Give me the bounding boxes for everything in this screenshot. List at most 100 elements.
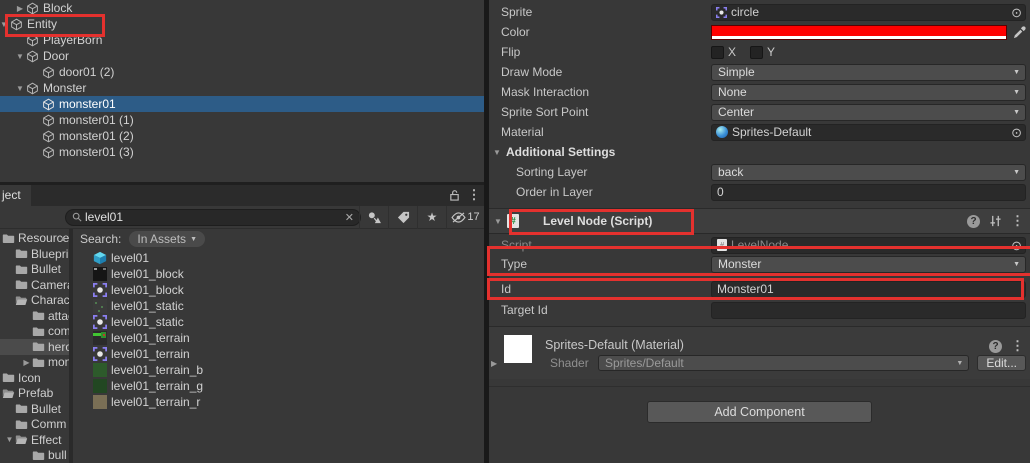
tree-item-cameras[interactable]: CameraS — [0, 277, 69, 293]
sorting-layer-dropdown[interactable]: back ▼ — [711, 164, 1026, 181]
clear-search-icon[interactable]: ✕ — [345, 211, 354, 224]
order-in-layer-row: Order in Layer 0 — [489, 182, 1030, 202]
mask-interaction-dropdown[interactable]: None ▼ — [711, 84, 1026, 101]
result-item-level01-block-texture[interactable]: level01_block — [73, 266, 484, 282]
material-object-field[interactable]: Sprites-Default ⊙ — [711, 124, 1026, 141]
tree-item-bullet[interactable]: Bullet — [0, 262, 69, 278]
tree-item-character[interactable]: Characte — [0, 293, 69, 309]
tree-item-effect-bullet[interactable]: bull — [0, 448, 69, 463]
flip-x-label: X — [728, 45, 736, 59]
tab-project[interactable]: ject — [0, 185, 31, 206]
draw-mode-dropdown[interactable]: Simple ▼ — [711, 64, 1026, 81]
result-item-level01-terrain-r[interactable]: level01_terrain_r — [73, 394, 484, 410]
hierarchy-item-playerborn[interactable]: PlayerBorn — [0, 32, 484, 48]
tree-item-icon[interactable]: Icon — [0, 370, 69, 386]
expand-arrow-icon[interactable]: ▼ — [494, 217, 507, 226]
expand-arrow-icon[interactable]: ▼ — [4, 435, 15, 444]
search-by-label-button[interactable] — [388, 206, 417, 229]
result-item-level01-terrain-texture[interactable]: level01_terrain — [73, 330, 484, 346]
scroll-up-arrow-icon[interactable]: ▲ — [59, 234, 67, 243]
edit-shader-button[interactable]: Edit... — [977, 355, 1026, 371]
panel-menu-icon[interactable]: ⋮ — [464, 187, 484, 203]
sprite-object-field[interactable]: circle ⊙ — [711, 4, 1026, 21]
lock-icon[interactable] — [444, 189, 464, 201]
hierarchy-item-monster01-2[interactable]: monster01 (2) — [0, 128, 484, 144]
folder-icon — [32, 450, 45, 461]
collapse-arrow-icon[interactable]: ▶ — [21, 358, 32, 367]
sprite-sort-point-dropdown[interactable]: Center ▼ — [711, 104, 1026, 121]
project-body: ▲ Resources Blueprint Bullet — [0, 229, 484, 463]
hierarchy-item-monster01-1[interactable]: monster01 (1) — [0, 112, 484, 128]
search-scope-chip[interactable]: In Assets ▼ — [129, 231, 205, 247]
hierarchy-item-door01[interactable]: door01 (2) — [0, 64, 484, 80]
flip-label: Flip — [501, 45, 711, 59]
expand-arrow-icon[interactable]: ▼ — [14, 84, 26, 93]
presets-icon[interactable] — [989, 215, 1002, 227]
gameobject-cube-icon — [26, 82, 39, 95]
hierarchy-item-label: monster01 — [59, 97, 116, 111]
result-item-level01-block-sprite[interactable]: level01_block — [73, 282, 484, 298]
hierarchy-item-door[interactable]: ▼ Door — [0, 48, 484, 64]
hierarchy-item-monster01-3[interactable]: monster01 (3) — [0, 144, 484, 160]
add-component-button[interactable]: Add Component — [647, 401, 872, 423]
hierarchy-item-entity[interactable]: ▼ Entity — [0, 16, 484, 32]
component-menu-icon[interactable]: ⋮ — [1011, 213, 1024, 229]
expand-arrow-icon[interactable]: ▼ — [493, 148, 506, 157]
type-dropdown[interactable]: Monster ▼ — [711, 256, 1026, 273]
result-item-level01-static-texture[interactable]: level01_static — [73, 298, 484, 314]
id-field[interactable]: Monster01 — [711, 281, 1026, 298]
hierarchy-item-monster01-selected[interactable]: monster01 — [0, 96, 484, 112]
script-object-field[interactable]: # LevelNode ⊙ — [711, 237, 1026, 254]
tree-item-effect[interactable]: ▼ Effect — [0, 432, 69, 448]
order-in-layer-field[interactable]: 0 — [711, 184, 1026, 201]
object-picker-icon[interactable]: ⊙ — [1011, 6, 1022, 19]
eyedropper-icon[interactable] — [1013, 26, 1026, 39]
material-menu-icon[interactable]: ⋮ — [1011, 338, 1024, 354]
result-item-level01-terrain-sprite[interactable]: level01_terrain — [73, 346, 484, 362]
tree-item-label: Bullet — [31, 262, 61, 276]
collapse-arrow-icon[interactable]: ▶ — [14, 4, 26, 13]
hierarchy-item-monster[interactable]: ▼ Monster — [0, 80, 484, 96]
additional-settings-row[interactable]: ▼ Additional Settings — [489, 142, 1030, 162]
tree-item-prefab-bullet[interactable]: Bullet — [0, 401, 69, 417]
object-picker-icon[interactable]: ⊙ — [1011, 126, 1022, 139]
tree-item-prefab-comm[interactable]: Comm — [0, 417, 69, 433]
tree-item-attack[interactable]: attack — [0, 308, 69, 324]
favorites-star-button[interactable]: ★ — [417, 206, 446, 229]
search-results-header: Search: In Assets ▼ — [73, 229, 484, 250]
tree-item-hero[interactable]: hero — [0, 339, 69, 355]
gameobject-cube-icon — [42, 98, 55, 111]
tree-item-prefab[interactable]: Prefab — [0, 386, 69, 402]
search-input[interactable] — [85, 210, 345, 224]
expand-arrow-icon[interactable]: ▼ — [0, 20, 10, 29]
flip-y-checkbox[interactable] — [750, 46, 763, 59]
hierarchy-item-label: Monster — [43, 81, 86, 95]
hierarchy-item-block[interactable]: ▶ Block — [0, 0, 484, 16]
expand-arrow-icon[interactable]: ▼ — [14, 52, 26, 61]
gameobject-cube-icon — [26, 34, 39, 47]
result-item-level01[interactable]: level01 — [73, 250, 484, 266]
result-item-level01-terrain-g[interactable]: level01_terrain_g — [73, 378, 484, 394]
color-swatch[interactable] — [711, 25, 1007, 40]
gameobject-cube-icon — [26, 2, 39, 15]
csharp-script-icon: # — [717, 239, 727, 251]
object-picker-icon[interactable]: ⊙ — [1011, 239, 1022, 252]
hierarchy-item-label: Block — [43, 1, 72, 15]
help-icon[interactable]: ? — [989, 340, 1002, 353]
search-by-type-button[interactable] — [359, 206, 388, 229]
hidden-results-button[interactable]: 17 — [446, 206, 484, 229]
tree-item-comm[interactable]: comm — [0, 324, 69, 340]
tree-item-monster-folder[interactable]: ▶ monst — [0, 355, 69, 371]
result-item-level01-terrain-b[interactable]: level01_terrain_b — [73, 362, 484, 378]
shader-dropdown[interactable]: Sprites/Default ▼ — [598, 355, 969, 371]
level-node-component-header[interactable]: ▼ # Level Node (Script) ? ⋮ — [489, 208, 1030, 234]
result-item-level01-static-sprite[interactable]: level01_static — [73, 314, 484, 330]
help-icon[interactable]: ? — [967, 215, 980, 228]
tree-item-blueprint[interactable]: Blueprint — [0, 246, 69, 262]
shader-label: Shader — [550, 356, 598, 370]
expand-arrow-icon[interactable]: ▶ — [491, 359, 504, 368]
flip-x-checkbox[interactable] — [711, 46, 724, 59]
gameobject-cube-icon — [42, 146, 55, 159]
project-search-box[interactable]: ✕ — [65, 209, 361, 226]
target-id-field[interactable] — [711, 302, 1026, 319]
